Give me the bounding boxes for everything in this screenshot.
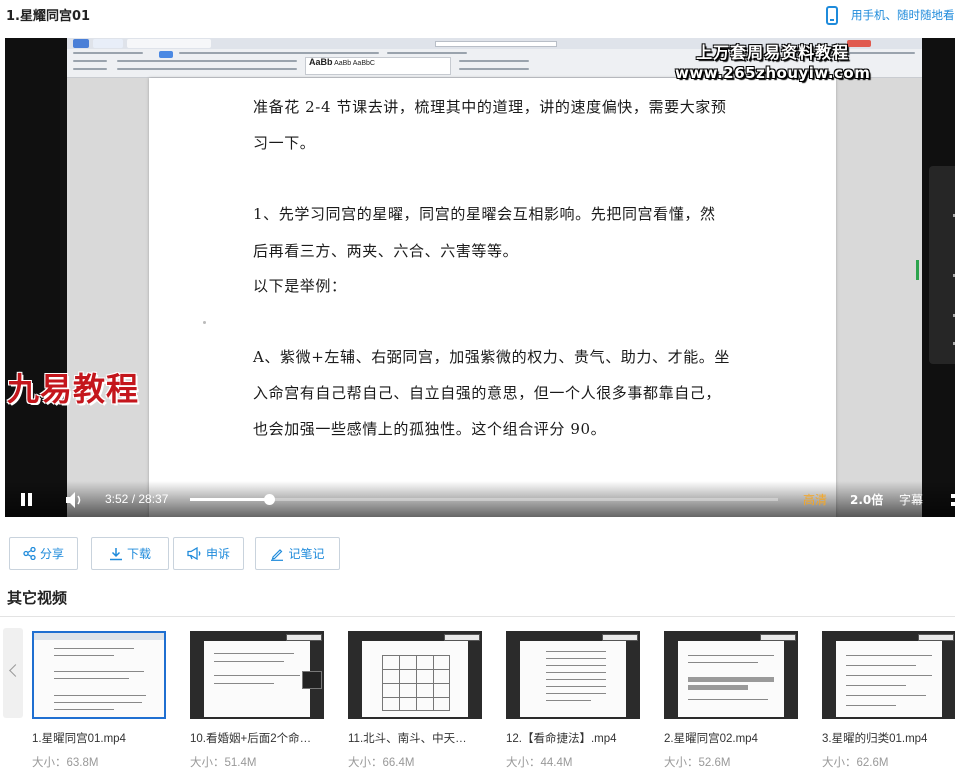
- doc-bullet-dot: [203, 321, 206, 324]
- volume-icon[interactable]: [65, 491, 87, 509]
- video-card-3[interactable]: 11.北斗、南斗、中天… 大小：66.4M: [348, 631, 482, 770]
- video-name: 12.【看命捷法】.mp4: [506, 733, 617, 745]
- video-name: 1.星曜同宫01.mp4: [32, 733, 126, 745]
- pause-button[interactable]: [21, 493, 33, 506]
- doc-line-8: 也会加强一些感情上的孤独性。这个组合评分 90。: [253, 420, 607, 438]
- video-player[interactable]: AaBb AaBb AaBbC 准备花 2-4 节课去讲，梳理其中的道理，讲的速…: [5, 38, 955, 517]
- doc-line-3: 1、先学习同宫的星曜，同宫的星曜会互相影响。先把同宫看懂，然: [253, 205, 716, 223]
- quality-button[interactable]: 高清: [803, 491, 827, 508]
- doc-line-1: 准备花 2-4 节课去讲，梳理其中的道理，讲的速度偏快，需要大家预: [253, 98, 727, 116]
- download-icon: [109, 547, 122, 560]
- side-panel[interactable]: [929, 166, 955, 364]
- wps-search-box: [435, 41, 557, 47]
- video-thumbnail: [506, 631, 640, 719]
- mobile-view-link[interactable]: 用手机、随时随地看: [826, 4, 955, 26]
- other-videos-heading: 其它视频: [7, 589, 68, 607]
- mobile-view-label: 用手机、随时随地看: [851, 8, 955, 22]
- video-card-1[interactable]: 1.星曜同宫01.mp4 大小：63.8M: [32, 631, 166, 770]
- doc-line-7: 入命宫有自己帮自己、自立自强的意思，但一个人很多事都靠自己，: [253, 384, 722, 402]
- time-display: 3:52 / 28:37: [105, 492, 169, 506]
- download-label: 下载: [126, 547, 151, 561]
- report-button[interactable]: 申诉: [173, 537, 244, 570]
- watermark-url: www.265zhouyiw.com: [675, 64, 871, 82]
- video-card-5[interactable]: 2.星曜同宫02.mp4 大小：52.6M: [664, 631, 798, 770]
- progress-handle[interactable]: [264, 494, 276, 505]
- section-divider: [0, 616, 955, 617]
- watermark-title: 上万套周易资料教程: [696, 43, 850, 62]
- video-thumbnail: [348, 631, 482, 719]
- video-frame-document: AaBb AaBb AaBbC 准备花 2-4 节课去讲，梳理其中的道理，讲的速…: [67, 38, 922, 517]
- video-thumbnail: [190, 631, 324, 719]
- carousel-prev-button[interactable]: [3, 628, 23, 718]
- progress-fill: [190, 498, 270, 501]
- video-card-4[interactable]: 12.【看命捷法】.mp4 大小：44.4M: [506, 631, 640, 770]
- note-button[interactable]: 记笔记: [255, 537, 340, 570]
- video-size: 大小：63.8M: [32, 757, 99, 769]
- progress-bar[interactable]: [190, 494, 778, 505]
- doc-line-4: 后再看三方、两夹、六合、六害等等。: [253, 242, 519, 260]
- video-thumbnail: [822, 631, 955, 719]
- speed-button[interactable]: 2.0倍: [850, 491, 883, 508]
- video-thumbnail: [664, 631, 798, 719]
- phone-icon: [826, 5, 838, 25]
- pen-icon: [271, 548, 284, 561]
- report-label: 申诉: [205, 547, 230, 561]
- document-page: 准备花 2-4 节课去讲，梳理其中的道理，讲的速度偏快，需要大家预 习一下。 1…: [149, 78, 836, 517]
- video-thumbnail: [32, 631, 166, 719]
- subtitle-button[interactable]: 字幕: [899, 491, 923, 508]
- video-card-6[interactable]: 3.星曜的归类01.mp4 大小：62.6M: [822, 631, 955, 770]
- video-name: 2.星曜同宫02.mp4: [664, 733, 758, 745]
- video-size: 大小：52.6M: [664, 757, 731, 769]
- watermark-brand: 九易教程: [7, 370, 140, 408]
- more-icon[interactable]: [951, 494, 955, 506]
- video-size: 大小：62.6M: [822, 757, 889, 769]
- player-controls: 3:52 / 28:37 高清 2.0倍 字幕: [5, 481, 955, 517]
- video-size: 大小：51.4M: [190, 757, 257, 769]
- top-bar: 1.星耀同宫01 用手机、随时随地看: [0, 0, 955, 30]
- share-icon: [23, 547, 36, 560]
- video-name: 3.星曜的归类01.mp4: [822, 733, 928, 745]
- download-button[interactable]: 下载: [91, 537, 169, 570]
- doc-line-5: 以下是举例：: [253, 277, 347, 295]
- video-name: 11.北斗、南斗、中天…: [348, 733, 467, 745]
- video-size: 大小：44.4M: [506, 757, 573, 769]
- share-button[interactable]: 分享: [9, 537, 78, 570]
- megaphone-icon: [187, 547, 201, 560]
- watermark-site: 上万套周易资料教程 www.265zhouyiw.com: [675, 43, 870, 83]
- share-label: 分享: [39, 547, 64, 561]
- note-label: 记笔记: [288, 547, 325, 561]
- doc-line-6: A、紫微+左辅、右弼同宫，加强紫微的权力、贵气、助力、才能。坐: [253, 348, 731, 366]
- page-title: 1.星耀同宫01: [6, 9, 91, 24]
- green-marker: [916, 260, 919, 280]
- video-card-2[interactable]: 10.看婚姻+后面2个命… 大小：51.4M: [190, 631, 324, 770]
- doc-line-2: 习一下。: [253, 134, 316, 152]
- video-name: 10.看婚姻+后面2个命…: [190, 733, 312, 745]
- video-size: 大小：66.4M: [348, 757, 415, 769]
